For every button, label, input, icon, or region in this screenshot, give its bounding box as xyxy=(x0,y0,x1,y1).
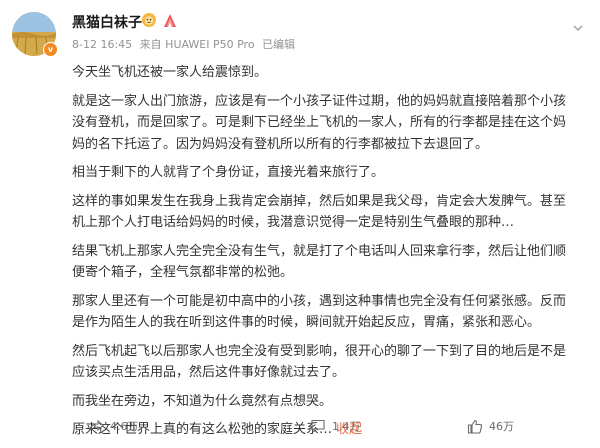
post-meta: 8-12 16:45 来自 HUAWEI P50 Pro 已编辑 xyxy=(72,36,299,52)
post-edited: 已编辑 xyxy=(262,38,296,51)
post-paragraph: 这样的事如果发生在我身上我肯定会崩掉，然后如果是我父母，肯定会大发脾气。甚至机上… xyxy=(72,193,567,231)
share-icon xyxy=(88,419,104,433)
share-button[interactable]: 4.6万 xyxy=(88,416,139,436)
post-paragraph: 今天坐飞机还被一家人给震惊到。 xyxy=(72,65,268,80)
vip-badge-icon: v xyxy=(43,42,58,57)
like-icon xyxy=(467,419,483,434)
post-content: 今天坐飞机还被一家人给震惊到。 就是这一家人出门旅游，应该是有一个小孩子证件过期… xyxy=(72,62,578,448)
like-count: 46万 xyxy=(489,420,514,433)
post-paragraph: 然后飞机起飞以后那家人也完全没有受到影响，很开心的聊了一下到了目的地后是不是应该… xyxy=(72,343,567,381)
like-button[interactable]: 46万 xyxy=(467,416,514,436)
comment-button[interactable]: 1.4万 xyxy=(310,416,361,436)
post-actions: 4.6万 1.4万 46万 xyxy=(72,410,600,440)
flame-badge-icon xyxy=(162,13,178,29)
post-paragraph: 就是这一家人出门旅游，应该是有一个小孩子证件过期，他的妈妈就直接陪着那个小孩没有… xyxy=(72,93,567,152)
post-source: 来自 HUAWEI P50 Pro xyxy=(139,38,255,51)
post-paragraph: 相当于剩下的人就背了个身份证，直接光着来旅行了。 xyxy=(72,165,385,180)
author-name[interactable]: 黑猫白袜子 xyxy=(72,12,142,32)
lion-badge-icon xyxy=(140,12,158,28)
post-paragraph: 那家人里还有一个可能是初中高中的小孩，遇到这种事情也完全没有任何紧张感。反而是作… xyxy=(72,293,567,331)
post-paragraph: 而我坐在旁边，不知道为什么竟然有点想哭。 xyxy=(72,393,333,409)
weibo-post: v 黑猫白袜子 8-12 16:45 来自 HUAWEI P50 Pro 已编辑… xyxy=(0,0,600,445)
comment-icon xyxy=(311,419,325,433)
post-paragraph: 结果飞机上那家人完全完全没有生气，就是打了个电话叫人回来拿行李，然后让他们顺便寄… xyxy=(72,243,567,281)
share-count: 4.6万 xyxy=(110,420,139,433)
post-time[interactable]: 8-12 16:45 xyxy=(72,38,132,51)
comment-count: 1.4万 xyxy=(332,420,361,433)
chevron-down-icon[interactable] xyxy=(573,18,583,31)
